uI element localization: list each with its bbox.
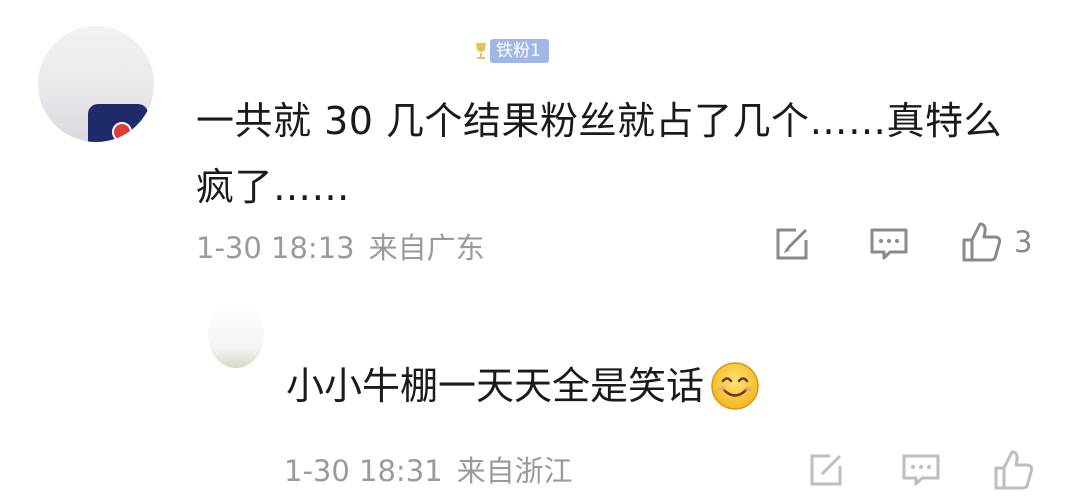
reply-button[interactable] xyxy=(900,450,942,490)
comment-item: 铁粉1 一共就 30 几个结果粉丝就占了几个……真特么 疯了…… 1-30 18… xyxy=(0,0,1080,290)
comment-icon xyxy=(870,228,908,260)
comment-item: 小小牛棚一天天全是笑话 1-30 18:31 来自浙江 xyxy=(0,290,1080,500)
comment-time: 1-30 18:31 xyxy=(284,454,443,488)
thumbs-up-icon xyxy=(994,450,1034,490)
user-avatar[interactable] xyxy=(38,26,154,142)
reply-button[interactable] xyxy=(868,224,910,264)
like-button[interactable] xyxy=(992,448,1036,492)
comment-meta: 1-30 18:13 来自广东 xyxy=(196,225,499,267)
comment-time: 1-30 18:13 xyxy=(196,231,355,265)
comment-icon xyxy=(902,454,940,486)
edit-icon xyxy=(810,454,842,486)
fan-badge[interactable]: 铁粉1 xyxy=(474,38,549,64)
comment-location: 来自广东 xyxy=(368,231,485,265)
like-count: 3 xyxy=(1014,225,1033,259)
fan-badge-label: 铁粉1 xyxy=(490,39,549,63)
trophy-icon xyxy=(476,43,486,59)
comment-text-line: 疯了…… xyxy=(196,165,351,209)
comment-meta: 1-30 18:31 来自浙江 xyxy=(284,448,587,490)
edit-icon xyxy=(776,228,808,260)
comment-text: 小小牛棚一天天全是笑话 xyxy=(286,356,986,416)
smile-emoji xyxy=(711,362,759,410)
comment-text-line: 一共就 30 几个结果粉丝就占了几个……真特么 xyxy=(196,99,1003,143)
comment-text: 一共就 30 几个结果粉丝就占了几个……真特么 疯了…… xyxy=(196,88,1056,220)
comment-location: 来自浙江 xyxy=(456,454,573,488)
repost-button[interactable] xyxy=(806,450,846,490)
user-avatar[interactable] xyxy=(208,302,264,368)
thumbs-up-icon xyxy=(962,222,1002,262)
avatar-emblem xyxy=(112,122,132,142)
like-button[interactable]: 3 xyxy=(960,220,1032,264)
repost-button[interactable] xyxy=(772,224,812,264)
comment-text-line: 小小牛棚一天天全是笑话 xyxy=(286,364,705,408)
